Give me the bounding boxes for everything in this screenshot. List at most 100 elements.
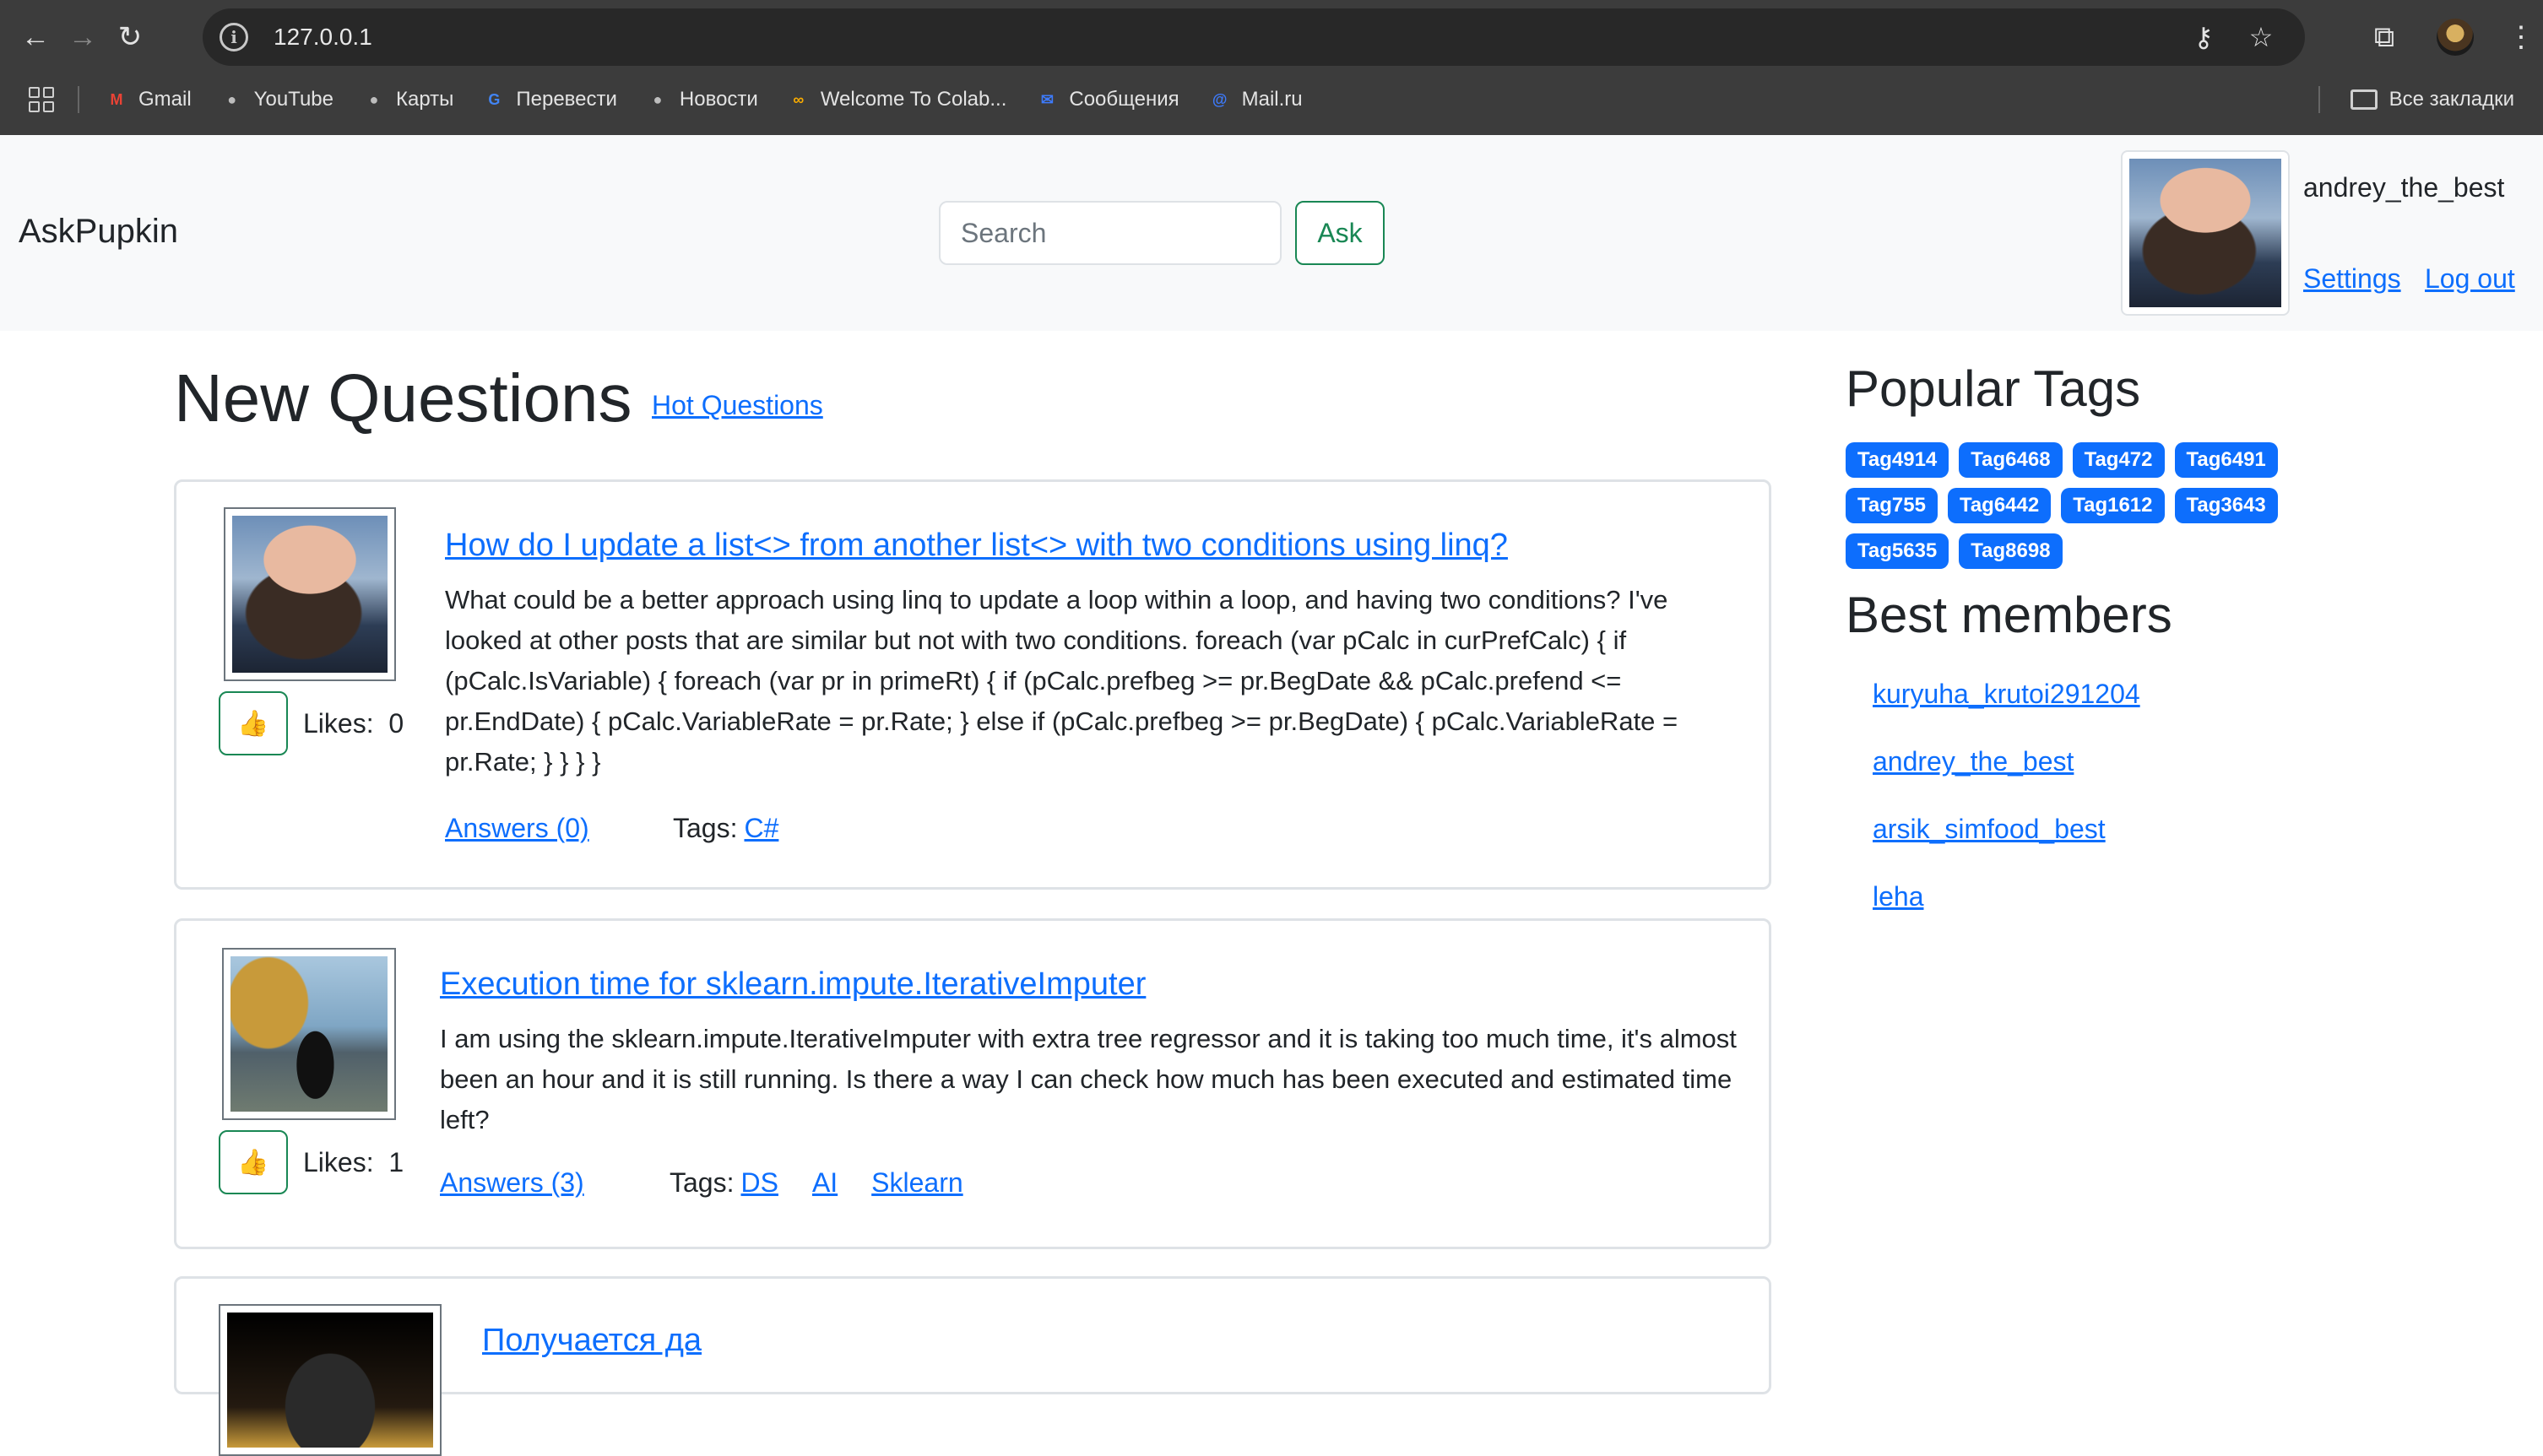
question-body: I am using the sklearn.impute.IterativeI… [440,1024,1737,1134]
like-button[interactable]: 👍 [219,1130,288,1194]
bookmark-label: Перевести [516,88,617,111]
bookmark-label: Карты [395,88,454,111]
likes-value: 1 [388,1147,404,1177]
bookmark-label: Gmail [138,88,192,111]
bookmark-star-icon[interactable]: ☆ [2242,21,2280,53]
question-tags: Tags: DS AI Sklearn [670,1167,997,1199]
tag-link[interactable]: C# [744,813,778,844]
question-tags: Tags: C# [673,813,812,844]
likes-value: 0 [388,708,404,739]
tags-label: Tags: [673,813,738,843]
browser-chrome: ← → ↻ i 127.0.0.1 ⚷ ☆ ⧉ ⋮ M Gmail ● YouTube… [0,0,2543,135]
folder-icon [2350,89,2378,110]
password-key-icon[interactable]: ⚷ [2185,21,2222,53]
menu-kebab-icon[interactable]: ⋮ [2499,20,2543,54]
url-text[interactable]: 127.0.0.1 [274,24,372,51]
site-info-icon[interactable]: i [220,23,248,51]
browser-profile-avatar[interactable] [2437,19,2474,56]
bookmark-item[interactable]: ● Новости [646,88,758,111]
extensions-icon[interactable]: ⧉ [2362,21,2406,54]
logout-link[interactable]: Log out [2425,263,2515,295]
likes-label: Likes: [303,708,374,739]
bookmark-item[interactable]: M Gmail [105,88,192,111]
globe-icon: ● [369,90,379,108]
all-bookmarks-link[interactable]: Все закладки [2389,88,2514,111]
page-title: New Questions [174,360,632,436]
like-button[interactable]: 👍 [219,691,288,755]
colab-icon: ∞ [793,90,805,108]
reload-icon[interactable]: ↻ [106,14,154,61]
question-body: What could be a better approach using li… [445,585,1678,777]
likes-count: Likes: 1 [303,1147,404,1178]
answers-link[interactable]: Answers (3) [440,1167,584,1199]
apps-grid-icon[interactable] [29,87,54,112]
question-card: 👍 Likes: 1 Execution time for sklearn.im… [174,918,1771,1249]
back-icon[interactable]: ← [12,14,59,61]
tags-label: Tags: [670,1167,735,1198]
messages-icon: ✉ [1040,90,1054,108]
popular-tag-badge[interactable]: Tag6442 [1947,488,2052,523]
popular-tag-badge[interactable]: Tag1612 [2061,488,2165,523]
bookmarks-divider [2318,86,2320,113]
bookmark-item[interactable]: ● Карты [362,88,454,111]
globe-icon: ● [653,90,663,108]
popular-tag-badge[interactable]: Tag5635 [1846,533,1949,569]
question-card: 👍 Likes: 0 How do I update a list<> from… [174,479,1771,890]
bookmark-label: Новости [679,88,758,111]
site-navbar: AskPupkin Ask andrey_the_best Settings L… [0,135,2543,331]
address-bar[interactable]: i 127.0.0.1 ⚷ ☆ [203,8,2305,66]
member-link[interactable]: arsik_simfood_best [1873,814,2140,881]
bookmark-item[interactable]: G Перевести [482,88,617,111]
user-avatar[interactable] [2121,150,2290,316]
popular-tag-badge[interactable]: Tag3643 [2174,488,2278,523]
bookmarks-bar: M Gmail ● YouTube ● Карты G Перевести ● Новости ∞ W… [0,74,2543,125]
forward-icon[interactable]: → [59,14,106,61]
likes-label: Likes: [303,1147,374,1177]
bookmark-item[interactable]: ✉ Сообщения [1035,88,1179,111]
popular-tag-badge[interactable]: Tag4914 [1846,442,1949,478]
likes-count: Likes: 0 [303,708,404,739]
member-link[interactable]: leha [1873,881,2140,949]
bookmark-label: Сообщения [1069,88,1179,111]
bookmark-label: YouTube [253,88,333,111]
bookmarks-divider [78,86,79,113]
popular-tags-heading: Popular Tags [1846,360,2141,417]
search-input[interactable] [939,201,1282,265]
settings-link[interactable]: Settings [2303,263,2401,295]
question-card: Получается да [174,1276,1771,1456]
popular-tags-list: Tag4914 Tag6468 Tag472 Tag6491 Tag755 Tag6442… [1846,442,2335,569]
bookmark-item[interactable]: @ Mail.ru [1208,88,1303,111]
mailru-icon: @ [1212,90,1228,108]
question-title-link[interactable]: How do I update a list<> from another li… [445,528,1508,564]
tag-link[interactable]: AI [812,1167,838,1199]
popular-tag-badge[interactable]: Tag472 [2072,442,2165,478]
best-members-list: kuryuha_krutoi291204 andrey_the_best arsik… [1873,679,2140,949]
author-avatar[interactable] [222,948,396,1120]
best-members-heading: Best members [1846,587,2172,643]
tag-link[interactable]: DS [740,1167,778,1199]
current-username: andrey_the_best [2303,172,2505,203]
question-title-link[interactable]: Получается да [482,1323,702,1359]
bookmark-item[interactable]: ∞ Welcome To Colab... [787,88,1007,111]
popular-tag-badge[interactable]: Tag755 [1846,488,1938,523]
hot-questions-link[interactable]: Hot Questions [652,390,823,421]
brand-logo-link[interactable]: AskPupkin [19,213,178,251]
ask-button[interactable]: Ask [1295,201,1385,265]
author-avatar[interactable] [224,507,396,681]
author-avatar[interactable] [219,1304,442,1456]
popular-tag-badge[interactable]: Tag6468 [1959,442,2063,478]
bookmark-item[interactable]: ● YouTube [220,88,333,111]
member-link[interactable]: andrey_the_best [1873,746,2140,814]
answers-link[interactable]: Answers (0) [445,813,589,844]
thumbs-up-icon: 👍 [237,1148,269,1177]
member-link[interactable]: kuryuha_krutoi291204 [1873,679,2140,746]
question-title-link[interactable]: Execution time for sklearn.impute.Iterat… [440,966,1146,1003]
gmail-icon: M [110,90,123,108]
popular-tag-badge[interactable]: Tag6491 [2174,442,2278,478]
translate-icon: G [488,90,501,108]
thumbs-up-icon: 👍 [237,709,269,738]
popular-tag-badge[interactable]: Tag8698 [1959,533,2063,569]
tag-link[interactable]: Sklearn [871,1167,963,1199]
bookmark-label: Welcome To Colab... [820,88,1007,111]
bookmarks-list: M Gmail ● YouTube ● Карты G Перевести ● Новости ∞ W… [105,88,1331,111]
